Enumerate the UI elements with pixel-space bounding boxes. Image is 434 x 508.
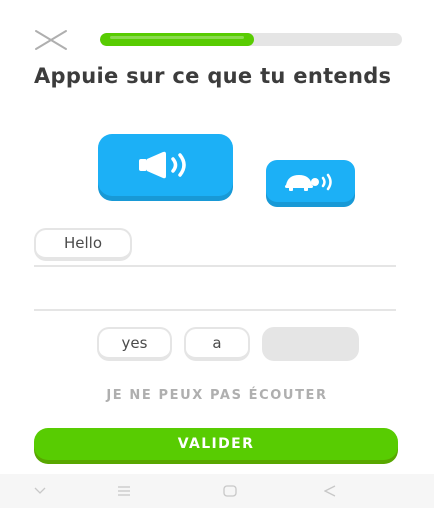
nav-hide-keyboard-button[interactable] — [20, 474, 60, 508]
close-icon — [35, 30, 67, 50]
cant-listen-button[interactable]: JE NE PEUX PAS ÉCOUTER — [0, 388, 434, 403]
nav-back-button[interactable] — [310, 474, 350, 508]
lesson-screen: Appuie sur ce que tu entends Hello yes a… — [0, 0, 434, 508]
close-button[interactable] — [32, 24, 70, 54]
selected-word-chip[interactable]: Hello — [34, 228, 132, 261]
exercise-instruction: Appuie sur ce que tu entends — [34, 64, 392, 88]
word-bank-empty-slot — [262, 327, 359, 361]
home-icon — [223, 485, 237, 497]
lesson-progress-fill — [100, 33, 255, 46]
word-bank-chip[interactable]: a — [184, 327, 250, 361]
menu-icon — [118, 486, 130, 496]
answer-line — [34, 309, 396, 311]
chevron-down-icon — [34, 487, 46, 494]
answer-line — [34, 265, 396, 267]
word-bank-chip[interactable]: yes — [97, 327, 172, 361]
back-icon — [324, 485, 336, 497]
nav-recents-button[interactable] — [104, 474, 144, 508]
speaker-icon — [138, 151, 186, 179]
validate-button[interactable]: VALIDER — [34, 428, 398, 460]
play-audio-button[interactable] — [98, 134, 233, 196]
turtle-speaker-icon — [284, 173, 332, 191]
lesson-progress-bar — [100, 33, 402, 46]
system-nav-bar — [0, 474, 434, 508]
nav-home-button[interactable] — [210, 474, 250, 508]
play-audio-slow-button[interactable] — [266, 160, 355, 202]
